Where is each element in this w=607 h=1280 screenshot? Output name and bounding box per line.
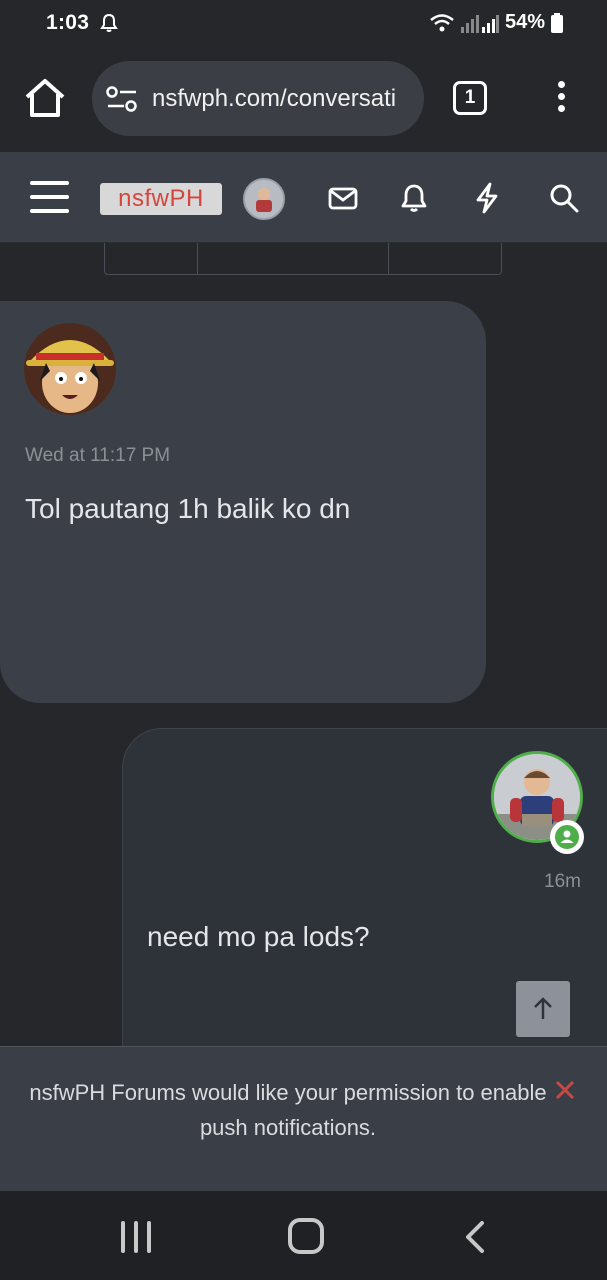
conversation-actions: Star Mark unread Leave — [104, 243, 502, 275]
status-time: 1:03 — [46, 11, 90, 34]
signal-icon — [460, 14, 499, 33]
url-text[interactable]: nsfwph.com/conversati — [152, 85, 396, 113]
home-button-icon[interactable] — [288, 1218, 324, 1254]
battery-percent: 54% — [504, 11, 545, 33]
message-text: need mo pa lods? — [147, 921, 370, 952]
address-bar[interactable]: nsfwph.com/conversati — [92, 61, 424, 136]
mark-unread-button[interactable]: Mark unread — [198, 243, 389, 274]
site-logo[interactable]: nsfwPH — [100, 183, 222, 215]
tab-switcher-button[interactable]: 1 — [453, 81, 487, 115]
message-incoming: Wed at 11:17 PM Tol pautang 1h balik ko … — [0, 301, 486, 703]
sender-avatar[interactable] — [24, 323, 116, 415]
message-outgoing: 16m need mo pa lods? — [122, 728, 607, 1046]
more-options-icon[interactable] — [552, 79, 570, 115]
conversation-thread[interactable]: Star Mark unread Leave Wed at 11:17 PM T… — [0, 243, 607, 1046]
message-text: Tol pautang 1h balik ko dn — [25, 493, 351, 524]
user-avatar[interactable] — [243, 178, 285, 220]
leave-button[interactable]: Leave — [389, 243, 501, 274]
scroll-to-top-button[interactable] — [516, 981, 570, 1037]
status-indicators: 54% — [429, 11, 563, 34]
wifi-icon — [430, 13, 454, 31]
arrow-up-icon — [534, 997, 552, 1019]
push-prompt-text[interactable]: nsfwPH Forums would like your permission… — [28, 1075, 548, 1145]
menu-icon[interactable] — [30, 181, 69, 215]
message-timestamp: 16m — [544, 871, 581, 892]
system-status-bar: 1:03 54% — [0, 0, 607, 46]
home-icon[interactable] — [22, 78, 68, 118]
search-icon[interactable] — [547, 181, 581, 215]
site-settings-icon[interactable] — [106, 85, 138, 113]
online-status-icon — [550, 820, 584, 854]
inbox-icon[interactable] — [326, 181, 360, 215]
back-icon[interactable] — [462, 1220, 488, 1254]
system-navigation-bar — [0, 1191, 607, 1280]
alerts-bell-icon[interactable] — [397, 181, 431, 215]
message-timestamp: Wed at 11:17 PM — [25, 445, 171, 466]
browser-toolbar: nsfwph.com/conversati 1 — [0, 46, 607, 152]
site-header: nsfwPH — [0, 152, 607, 243]
recents-icon[interactable] — [118, 1221, 154, 1253]
star-button[interactable]: Star — [105, 243, 198, 274]
battery-icon — [551, 12, 563, 33]
notification-bell-icon — [100, 13, 118, 32]
push-notification-prompt: nsfwPH Forums would like your permission… — [0, 1046, 607, 1191]
whats-new-bolt-icon[interactable] — [470, 181, 504, 215]
close-icon[interactable] — [552, 1077, 578, 1103]
